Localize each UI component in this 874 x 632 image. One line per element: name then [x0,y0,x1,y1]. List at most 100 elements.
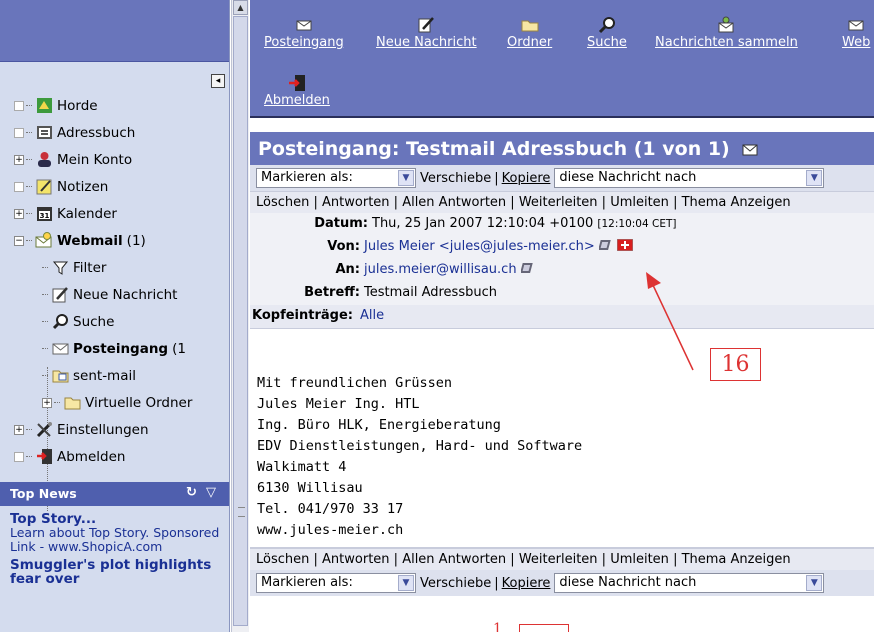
sidebar-item-sent-mail[interactable]: sent-mail [0,362,229,389]
forward-link[interactable]: Weiterleiten [519,552,598,567]
to-value: jules.meier@willisau.ch [364,262,535,277]
date-label: Datum: [314,216,368,231]
redirect-link[interactable]: Umleiten [610,195,669,210]
sidebar-item-abmelden[interactable]: Abmelden [0,443,229,470]
top-news-title: Top News [10,486,77,501]
sidebar-item-einstellungen[interactable]: + Einstellungen [0,416,229,443]
svg-text:31: 31 [39,212,49,220]
sidebar-item-label: Posteingang [73,340,169,357]
show-thread-link[interactable]: Thema Anzeigen [682,552,791,567]
toolbar-abmelden-button[interactable]: Abmelden [264,74,330,108]
sidebar-item-notizen[interactable]: Notizen [0,173,229,200]
sidebar-item-horde[interactable]: Horde [0,92,229,119]
notes-icon [35,178,53,195]
message-actions-row: Löschen | Antworten | Allen Antworten | … [250,191,874,213]
tree-expander-plus[interactable]: + [42,397,52,408]
sidebar-item-webmail[interactable]: − Webmail (1) [0,227,229,254]
reply-all-link[interactable]: Allen Antworten [402,195,506,210]
sidebar-item-label: sent-mail [73,367,136,384]
message-body: Mit freundlichen Grüssen Jules Meier Ing… [250,328,874,548]
redirect-link[interactable]: Umleiten [610,552,669,567]
show-all-headers-link[interactable]: Alle [360,308,384,323]
toolbar: Posteingang Neue Nachricht Ordner Suche … [250,0,874,118]
target-folder-select[interactable]: diese Nachricht nach ▼ [554,573,825,593]
tree-expander-plus[interactable]: + [14,424,24,435]
sidebar-scrollbar[interactable]: ▲ [231,0,249,632]
main-content: Posteingang Neue Nachricht Ordner Suche … [250,0,874,632]
move-link[interactable]: Verschiebe [420,576,491,591]
tree-expander [14,127,24,138]
mark-as-select[interactable]: Markieren als: ▼ [256,573,416,593]
add-to-addressbook-icon[interactable] [519,262,535,274]
copy-link[interactable]: Kopiere [502,576,551,591]
scroll-up-icon[interactable]: ▲ [233,0,248,15]
news-story-title[interactable]: Top Story... [10,512,220,526]
mark-as-select-value: Markieren als: [261,170,353,185]
sidebar-item-neue-nachricht[interactable]: Neue Nachricht [0,281,229,308]
refresh-icon[interactable]: ↻ [186,485,197,500]
sidebar-item-suche[interactable]: Suche [0,308,229,335]
sidebar-item-addressbook[interactable]: Adressbuch [0,119,229,146]
toolbar-nachrichten-sammeln-button[interactable]: Nachrichten sammeln [655,16,798,50]
header-date-row: Datum: Thu, 25 Jan 2007 12:10:04 +0100 [… [250,213,874,236]
sidebar-item-label: Abmelden [57,448,126,465]
reply-all-link[interactable]: Allen Antworten [402,552,506,567]
header-subject-row: Betreff: Testmail Adressbuch [250,282,874,305]
reply-link[interactable]: Antworten [322,195,390,210]
swiss-flag-icon [616,238,634,252]
top-news-body: Top Story... Learn about Top Story. Spon… [0,506,229,592]
sent-icon [51,367,69,384]
delete-link[interactable]: Löschen [256,195,309,210]
from-address-link[interactable]: Jules Meier <jules@jules-meier.ch> [364,239,595,254]
annotation-callout-2 [519,624,569,632]
mark-as-select[interactable]: Markieren als: ▼ [256,168,416,188]
local-time: [12:10:04 CET] [597,218,677,230]
copy-link[interactable]: Kopiere [502,171,551,186]
target-folder-select[interactable]: diese Nachricht nach ▼ [554,168,825,188]
message-action-select-row-bottom: Markieren als: ▼ Verschiebe | Kopiere di… [250,570,874,596]
top-news-panel: Top News ↻ ▽ Top Story... Learn about To… [0,482,229,592]
chevron-down-icon[interactable]: ▼ [398,575,414,591]
forward-link[interactable]: Weiterleiten [519,195,598,210]
toolbar-suche-button[interactable]: Suche [587,16,627,50]
toolbar-neue-nachricht-button[interactable]: Neue Nachricht [376,16,477,50]
page-title: Posteingang: Testmail Adressbuch (1 von … [258,138,730,160]
move-link[interactable]: Verschiebe [420,171,491,186]
sidebar-item-kalender[interactable]: + 31 Kalender [0,200,229,227]
subject-label: Betreff: [304,285,360,300]
search-icon [51,313,69,330]
to-address-link[interactable]: jules.meier@willisau.ch [364,262,517,277]
tree-expander-minus[interactable]: − [14,235,24,246]
move-link-label: Verschiebe [420,170,492,186]
toolbar-ordner-button[interactable]: Ordner [507,16,552,50]
reply-link[interactable]: Antworten [322,552,390,567]
addressbook-icon [35,124,53,141]
tree-expander-plus[interactable]: + [14,154,24,165]
scroll-thumb[interactable] [233,16,248,626]
toolbar-label: Neue Nachricht [376,35,477,50]
news-story-text[interactable]: Learn about Top Story. Sponsored Link - … [10,526,220,554]
top-news-header: Top News ↻ ▽ [0,482,229,506]
sidebar-item-virtuelle-ordner[interactable]: + Virtuelle Ordner [0,389,229,416]
sidebar-item-posteingang[interactable]: Posteingang (1 [0,335,229,362]
chevron-down-icon[interactable]: ▼ [806,170,823,186]
toolbar-webmail-button[interactable]: Web [842,16,870,50]
delete-link[interactable]: Löschen [256,552,309,567]
target-folder-select-value: diese Nachricht nach [559,575,697,590]
from-value: Jules Meier <jules@jules-meier.ch> [364,238,634,254]
collapse-sidebar-icon[interactable]: ◂ [211,74,225,88]
news-story-title[interactable]: Smuggler's plot highlights fear over [10,558,220,586]
search-icon [598,17,615,34]
tree-expander-plus[interactable]: + [14,208,24,219]
show-thread-link[interactable]: Thema Anzeigen [682,195,791,210]
chevron-down-icon[interactable]: ▼ [398,170,414,186]
fetch-mail-icon [718,16,734,33]
sidebar-item-mein-konto[interactable]: + Mein Konto [0,146,229,173]
chevron-down-icon[interactable]: ▼ [806,575,823,591]
sidebar-item-filter[interactable]: Filter [0,254,229,281]
toolbar-posteingang-button[interactable]: Posteingang [264,16,344,50]
add-to-addressbook-icon[interactable] [597,239,613,251]
filter-icon[interactable]: ▽ [206,485,216,500]
sidebar-item-label: Notizen [57,178,109,195]
message-action-select-row: Markieren als: ▼ Verschiebe | Kopiere di… [250,165,874,191]
